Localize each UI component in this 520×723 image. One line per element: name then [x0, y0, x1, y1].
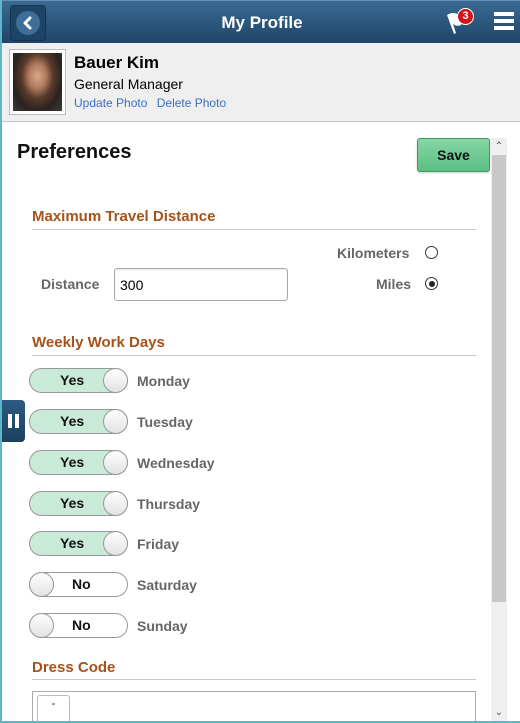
preferences-panel: Preferences Save ⌃ ⌄ Maximum Travel Dist… [2, 122, 520, 721]
page-title: My Profile [221, 13, 303, 32]
section-divider [32, 229, 476, 230]
day-label-sunday: Sunday [137, 618, 188, 634]
toggle-knob [103, 531, 128, 556]
toggle-saturday[interactable]: No [29, 572, 128, 597]
distance-input[interactable] [114, 268, 288, 301]
kilometers-radio[interactable] [425, 246, 438, 259]
section-title-work-days: Weekly Work Days [32, 334, 165, 351]
toggle-knob [103, 368, 128, 393]
update-photo-link[interactable]: Update Photo [74, 96, 147, 110]
scroll-down-icon[interactable]: ⌄ [491, 704, 507, 721]
toggle-label: Yes [60, 495, 85, 511]
miles-radio[interactable] [425, 277, 438, 290]
toggle-friday[interactable]: Yes [29, 531, 128, 556]
section-divider [32, 355, 476, 356]
profile-header: Bauer Kim General Manager Update Photo D… [2, 43, 520, 122]
toggle-label: Yes [60, 372, 85, 388]
toggle-label: Yes [60, 454, 85, 470]
section-title-dress-code: Dress Code [32, 659, 116, 676]
profile-photo [9, 49, 66, 115]
toggle-knob [29, 572, 54, 597]
side-panel-toggle[interactable] [2, 400, 25, 442]
day-label-tuesday: Tuesday [137, 414, 193, 430]
header-bar: My Profile 3 [2, 0, 520, 43]
toggle-wednesday[interactable]: Yes [29, 450, 128, 475]
toggle-monday[interactable]: Yes [29, 368, 128, 393]
save-button[interactable]: Save [417, 138, 490, 172]
day-label-wednesday: Wednesday [137, 455, 215, 471]
distance-label: Distance [41, 276, 100, 292]
day-label-monday: Monday [137, 373, 190, 389]
toggle-knob [103, 491, 128, 516]
toggle-knob [29, 613, 54, 638]
scrollbar-thumb[interactable] [492, 155, 506, 602]
dress-code-button[interactable]: - [37, 695, 70, 721]
toggle-thursday[interactable]: Yes [29, 491, 128, 516]
section-divider [32, 679, 476, 680]
app-frame: My Profile 3 Bauer Kim General Manager U… [0, 0, 520, 723]
toggle-label: Yes [60, 413, 85, 429]
dress-code-grid: - [32, 691, 476, 721]
miles-label: Miles [376, 276, 412, 292]
profile-name: Bauer Kim [74, 53, 160, 72]
toggle-knob [103, 450, 128, 475]
kilometers-label: Kilometers [337, 245, 410, 261]
menu-button[interactable] [494, 12, 514, 32]
delete-photo-link[interactable]: Delete Photo [157, 96, 226, 110]
notifications-badge: 3 [457, 8, 474, 25]
photo-links: Update Photo Delete Photo [74, 96, 232, 110]
toggle-label: Yes [60, 535, 85, 551]
profile-job-title: General Manager [74, 76, 183, 92]
toggle-sunday[interactable]: No [29, 613, 128, 638]
preferences-title: Preferences [17, 141, 132, 163]
section-title-travel: Maximum Travel Distance [32, 208, 216, 225]
toggle-label: No [72, 576, 91, 592]
day-label-saturday: Saturday [137, 577, 197, 593]
avatar [13, 53, 62, 111]
hamburger-menu-icon [494, 12, 514, 30]
toggle-label: No [72, 617, 91, 633]
day-label-thursday: Thursday [137, 496, 201, 512]
scrollbar[interactable]: ⌃ ⌄ [491, 138, 507, 721]
day-label-friday: Friday [137, 536, 180, 552]
toggle-tuesday[interactable]: Yes [29, 409, 128, 434]
scroll-up-icon[interactable]: ⌃ [491, 138, 507, 155]
toggle-knob [103, 409, 128, 434]
